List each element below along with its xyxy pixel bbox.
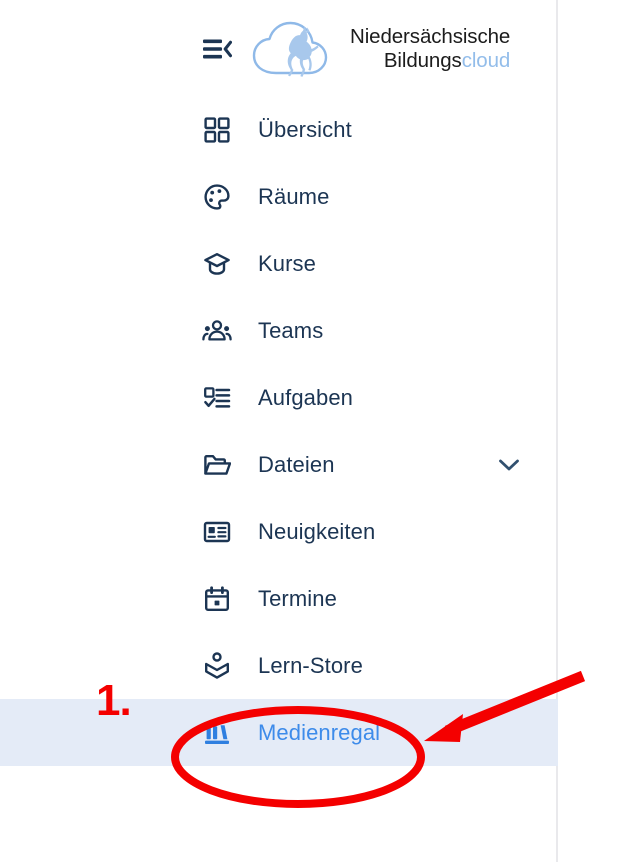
sidebar-item-label: Räume bbox=[258, 183, 330, 209]
chevron-down-icon[interactable] bbox=[496, 452, 522, 478]
sidebar-header: Niedersächsische Bildungscloud bbox=[0, 0, 558, 96]
sidebar-item-label: Kurse bbox=[258, 250, 316, 276]
sidebar-item-aufgaben[interactable]: Aufgaben bbox=[0, 364, 558, 431]
cloud-horse-logo bbox=[252, 21, 328, 77]
brand-wordmark: Niedersächsische Bildungscloud bbox=[350, 23, 510, 73]
sidebar-item-uebersicht[interactable]: Übersicht bbox=[0, 96, 558, 163]
grid-squares-icon bbox=[196, 109, 238, 151]
news-card-icon bbox=[196, 511, 238, 553]
sidebar-item-termine[interactable]: Termine bbox=[0, 565, 558, 632]
sidebar-item-label: Medienregal bbox=[258, 719, 381, 745]
sidebar-item-teams[interactable]: Teams bbox=[0, 297, 558, 364]
sidebar-item-medienregal[interactable]: Medienregal bbox=[0, 699, 558, 766]
sidebar-menu-list: Übersicht Räume Kurse Teams Aufgaben Dat… bbox=[0, 96, 558, 766]
brand-line-2: Bildungscloud bbox=[350, 49, 510, 73]
graduation-cap-icon bbox=[196, 243, 238, 285]
open-book-person-icon bbox=[196, 645, 238, 687]
task-checklist-icon bbox=[196, 377, 238, 419]
sidebar-item-kurse[interactable]: Kurse bbox=[0, 230, 558, 297]
folder-open-icon bbox=[196, 444, 238, 486]
screenshot-root: Niedersächsische Bildungscloud Übersicht bbox=[0, 0, 632, 862]
sidebar-item-label: Übersicht bbox=[258, 116, 352, 142]
sidebar-item-label: Neuigkeiten bbox=[258, 518, 376, 544]
sidebar-item-label: Aufgaben bbox=[258, 384, 353, 410]
primary-navigation-sidebar: Niedersächsische Bildungscloud Übersicht bbox=[0, 0, 558, 862]
brand-logo[interactable]: Niedersächsische Bildungscloud bbox=[248, 16, 510, 80]
bookshelf-icon bbox=[196, 712, 238, 754]
sidebar-item-lern-store[interactable]: Lern-Store bbox=[0, 632, 558, 699]
people-group-icon bbox=[196, 310, 238, 352]
palette-face-icon bbox=[196, 176, 238, 218]
brand-line-2-accent: cloud bbox=[461, 49, 511, 72]
sidebar-item-raeume[interactable]: Räume bbox=[0, 163, 558, 230]
sidebar-item-label: Teams bbox=[258, 317, 324, 343]
brand-line-1: Niedersächsische bbox=[350, 25, 511, 49]
calendar-icon bbox=[196, 578, 238, 620]
menu-collapse-icon[interactable] bbox=[198, 33, 236, 65]
sidebar-item-label: Lern-Store bbox=[258, 652, 363, 678]
sidebar-item-label: Dateien bbox=[258, 451, 335, 477]
sidebar-item-neuigkeiten[interactable]: Neuigkeiten bbox=[0, 498, 558, 565]
sidebar-item-label: Termine bbox=[258, 585, 337, 611]
sidebar-item-dateien[interactable]: Dateien bbox=[0, 431, 558, 498]
brand-line-2-dark: Bildungs bbox=[383, 49, 462, 72]
